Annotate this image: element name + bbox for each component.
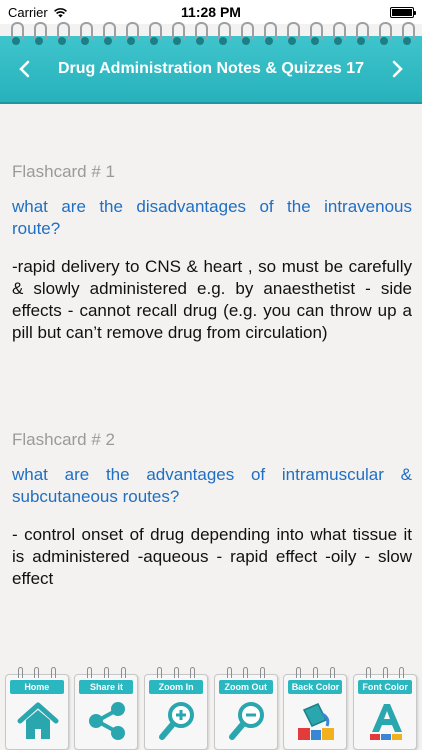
share-button[interactable]: Share it (74, 667, 139, 750)
flashcard: Flashcard # 1 what are the disadvantages… (12, 162, 412, 344)
wifi-icon (53, 7, 68, 18)
zoom-in-button[interactable]: Zoom In (144, 667, 209, 750)
flashcard-label: Flashcard # 2 (12, 430, 115, 449)
flashcard-list[interactable]: Flashcard # 1 what are the disadvantages… (0, 106, 422, 666)
back-color-label: Back Color (288, 680, 343, 694)
share-icon (83, 697, 131, 745)
prev-button[interactable] (14, 55, 34, 83)
paint-bucket-icon (292, 697, 340, 745)
home-label: Home (9, 680, 64, 694)
font-letter-icon (362, 697, 410, 745)
flashcard-label: Flashcard # 1 (12, 162, 115, 181)
bottom-toolbar: Home Share it Zoom In Zoom Out Back Colo… (0, 666, 422, 750)
status-left: Carrier (8, 5, 68, 20)
flashcard-question: what are the disadvantages of the intrav… (12, 197, 412, 238)
flashcard-answer: -rapid delivery to CNS & heart , so must… (12, 257, 412, 342)
chevron-left-icon (19, 60, 30, 78)
share-label: Share it (79, 680, 134, 694)
zoom-in-label: Zoom In (149, 680, 204, 694)
zoom-in-icon (153, 697, 201, 745)
battery-icon (390, 6, 416, 18)
zoom-out-label: Zoom Out (218, 680, 273, 694)
status-right (390, 6, 416, 18)
font-color-button[interactable]: Font Color (353, 667, 418, 750)
flashcard: Flashcard # 2 what are the advantages of… (12, 430, 412, 590)
flashcard-answer: - control onset of drug depending into w… (12, 525, 412, 588)
font-color-label: Font Color (358, 680, 413, 694)
zoom-out-icon (223, 697, 271, 745)
home-button[interactable]: Home (4, 667, 69, 750)
status-bar: Carrier 11:28 PM (0, 0, 422, 24)
next-button[interactable] (388, 55, 408, 83)
home-icon (14, 697, 62, 745)
page-title: Drug Administration Notes & Quizzes 17 (57, 60, 365, 77)
carrier-label: Carrier (8, 4, 48, 20)
spiral-binding (0, 22, 422, 46)
header-bar: Drug Administration Notes & Quizzes 17 (0, 36, 422, 104)
flashcard-question: what are the advantages of intramuscular… (12, 465, 412, 506)
zoom-out-button[interactable]: Zoom Out (213, 667, 278, 750)
back-color-button[interactable]: Back Color (283, 667, 348, 750)
chevron-right-icon (392, 60, 403, 78)
